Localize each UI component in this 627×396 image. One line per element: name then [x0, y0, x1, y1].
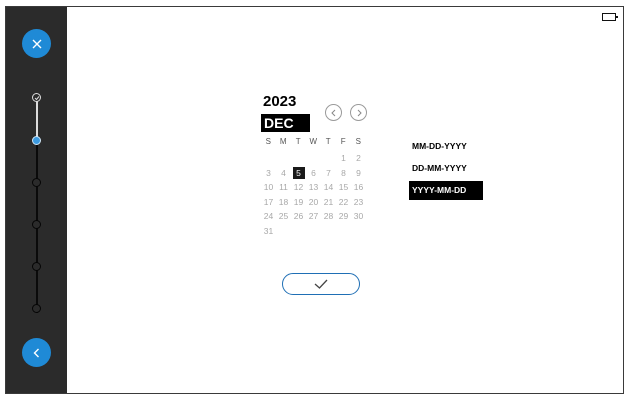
prev-month-button[interactable] [325, 104, 342, 121]
day-cell[interactable]: 2 [351, 151, 366, 166]
weekday-header: S M T W T F S [261, 137, 371, 146]
sidebar [6, 7, 67, 393]
battery-icon [602, 13, 618, 21]
day-cell[interactable]: 11 [276, 180, 291, 195]
weekday-label: T [295, 137, 302, 146]
day-cell[interactable]: 23 [351, 195, 366, 210]
day-cell[interactable]: 18 [276, 195, 291, 210]
day-cell[interactable]: 19 [291, 195, 306, 210]
app-window: 2023 DEC S M T W T F S 1 2 3 4 5 6 7 8 9 10 11 12 13… [5, 6, 624, 394]
date-format-list: MM-DD-YYYY DD-MM-YYYY YYYY-MM-DD [409, 137, 483, 203]
day-cell[interactable]: 14 [321, 180, 336, 195]
step-6[interactable] [32, 304, 41, 313]
confirm-button[interactable] [282, 273, 360, 295]
day-cell[interactable]: 4 [276, 166, 291, 181]
day-cell[interactable]: 13 [306, 180, 321, 195]
day-cell[interactable]: 15 [336, 180, 351, 195]
day-cell[interactable]: 29 [336, 209, 351, 224]
day-empty [291, 151, 306, 166]
chevron-left-icon [330, 109, 335, 116]
date-format-option[interactable]: MM-DD-YYYY [409, 137, 483, 156]
weekday-label: S [265, 137, 272, 146]
weekday-label: F [340, 137, 347, 146]
day-cell[interactable]: 27 [306, 209, 321, 224]
day-cell[interactable]: 16 [351, 180, 366, 195]
day-cell[interactable]: 1 [336, 151, 351, 166]
date-format-option[interactable]: YYYY-MM-DD [409, 181, 483, 200]
day-cell[interactable]: 9 [351, 166, 366, 181]
close-icon [32, 39, 41, 48]
check-icon [34, 95, 39, 100]
back-button[interactable] [22, 338, 51, 367]
check-icon [314, 279, 328, 289]
weekday-label: M [279, 137, 288, 146]
day-cell[interactable]: 7 [321, 166, 336, 181]
day-cell[interactable]: 22 [336, 195, 351, 210]
day-cell[interactable]: 17 [261, 195, 276, 210]
day-empty [306, 151, 321, 166]
weekday-label: S [355, 137, 362, 146]
day-empty [276, 151, 291, 166]
day-empty [321, 151, 336, 166]
day-cell[interactable]: 8 [336, 166, 351, 181]
step-2-current[interactable] [32, 136, 41, 145]
close-button[interactable] [22, 29, 51, 58]
step-5[interactable] [32, 262, 41, 271]
stepper-line-pending [35, 145, 38, 313]
year-label: 2023 [263, 93, 297, 110]
stepper-line-completed [35, 101, 38, 141]
day-cell[interactable]: 20 [306, 195, 321, 210]
day-grid: 1 2 3 4 5 6 7 8 9 10 11 12 13 14 15 16 17 18 19 20 21 22 23 24 2… [261, 151, 366, 239]
date-format-option[interactable]: DD-MM-YYYY [409, 159, 483, 178]
step-4[interactable] [32, 220, 41, 229]
chevron-left-icon [33, 348, 39, 357]
chevron-right-icon [357, 109, 362, 116]
day-cell[interactable]: 12 [291, 180, 306, 195]
day-cell[interactable]: 26 [291, 209, 306, 224]
day-cell[interactable]: 6 [306, 166, 321, 181]
day-cell[interactable]: 24 [261, 209, 276, 224]
weekday-label: T [325, 137, 332, 146]
day-cell[interactable]: 10 [261, 180, 276, 195]
day-empty [261, 151, 276, 166]
next-month-button[interactable] [350, 104, 367, 121]
weekday-label: W [309, 137, 318, 146]
day-cell[interactable]: 31 [261, 224, 276, 239]
day-cell[interactable]: 21 [321, 195, 336, 210]
day-cell[interactable]: 25 [276, 209, 291, 224]
day-cell-selected[interactable]: 5 [292, 166, 305, 179]
day-cell[interactable]: 30 [351, 209, 366, 224]
day-cell[interactable]: 28 [321, 209, 336, 224]
month-label[interactable]: DEC [261, 114, 310, 132]
step-1-completed[interactable] [32, 93, 41, 102]
step-3[interactable] [32, 178, 41, 187]
day-cell[interactable]: 3 [261, 166, 276, 181]
